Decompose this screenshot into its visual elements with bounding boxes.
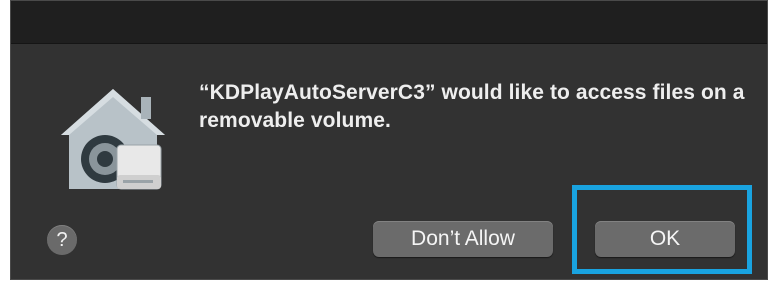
permission-dialog: “KDPlayAutoServerC3” would like to acces… [10,0,768,280]
dialog-message: “KDPlayAutoServerC3” would like to acces… [199,81,745,132]
house-lock-drive-icon [61,89,165,190]
dont-allow-button[interactable]: Don’t Allow [373,221,553,257]
dialog-titlebar [11,1,767,44]
ok-button[interactable]: OK [595,221,735,257]
help-button[interactable]: ? [47,225,77,255]
